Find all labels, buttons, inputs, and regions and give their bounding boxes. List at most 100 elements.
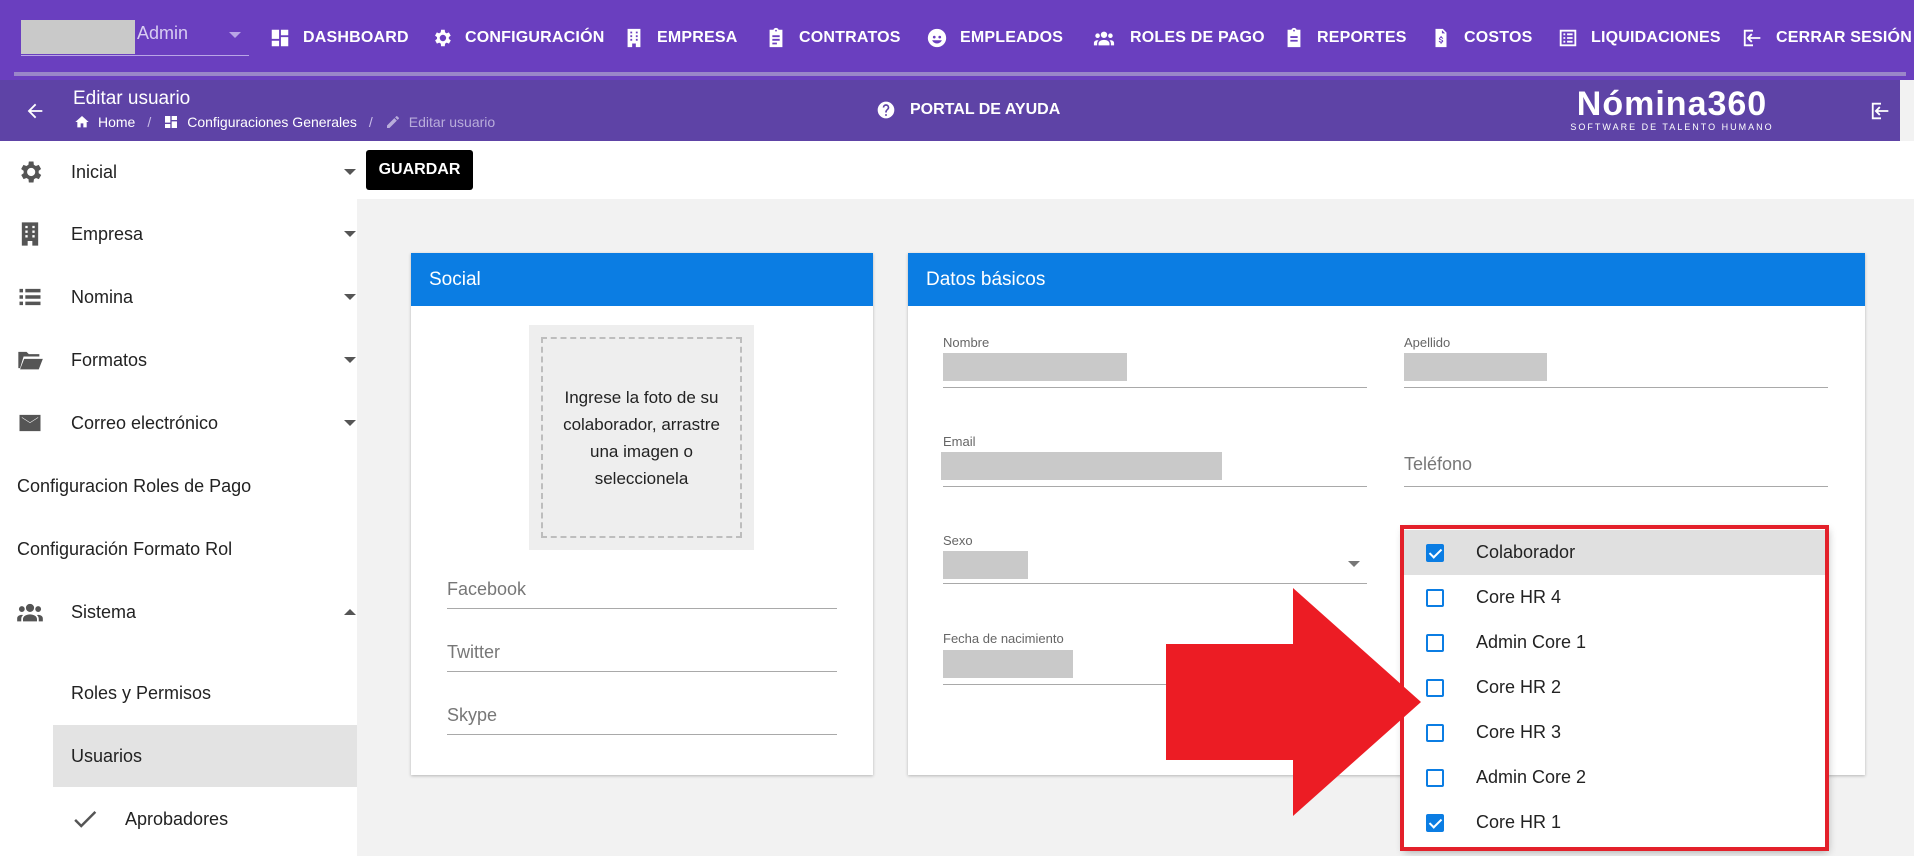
sidebar-item-label: Inicial <box>71 161 118 182</box>
sidebar-item-aprobadores[interactable]: Aprobadores <box>0 788 357 850</box>
sidebar-item-config-formato[interactable]: Configuración Formato Rol <box>0 518 357 580</box>
sidebar-item-empresa[interactable]: Empresa <box>0 203 357 265</box>
photo-dropzone[interactable]: Ingrese la foto de su colaborador, arras… <box>529 325 754 550</box>
breadcrumb-section[interactable]: Configuraciones Generales <box>187 114 357 130</box>
nav-reportes[interactable]: REPORTES <box>1283 22 1407 54</box>
sidebar-item-sistema[interactable]: Sistema <box>0 581 357 643</box>
twitter-input[interactable]: Twitter <box>447 632 837 672</box>
logo-tagline: SOFTWARE DE TALENTO HUMANO <box>1570 122 1774 132</box>
nav-label: CERRAR SESIÓN <box>1776 29 1912 46</box>
nav-label: DASHBOARD <box>303 29 409 46</box>
nav-label: CONTRATOS <box>799 29 901 46</box>
list-icon <box>1559 29 1577 47</box>
sidebar-item-label: Configuración Formato Rol <box>17 538 233 559</box>
highlight-box <box>1400 525 1829 851</box>
building-icon <box>627 28 641 48</box>
nombre-label: Nombre <box>943 335 990 350</box>
user-name-redacted <box>21 20 135 54</box>
social-card: Social Ingrese la foto de su colaborador… <box>411 253 873 775</box>
chevron-down-icon <box>344 294 356 300</box>
top-navigation: Admin DASHBOARD CONFIGURACIÓN EMPRESA CO… <box>0 0 1914 80</box>
report-icon <box>1287 27 1301 48</box>
nav-costos[interactable]: COSTOS <box>1430 22 1532 54</box>
field-underline <box>943 486 1367 487</box>
logout-icon[interactable] <box>1870 100 1892 122</box>
nombre-value-redacted <box>943 353 1127 381</box>
breadcrumb: Home / Configuraciones Generales / Edita… <box>74 114 495 130</box>
sidebar-item-roles-permisos[interactable]: Roles y Permisos <box>53 662 357 724</box>
gear-icon <box>435 29 451 47</box>
sidebar: Inicial Empresa Nomina Formatos Correo e… <box>0 141 357 856</box>
nav-label: EMPLEADOS <box>960 29 1064 46</box>
sidebar-item-correo[interactable]: Correo electrónico <box>0 392 357 454</box>
sidebar-item-label: Sistema <box>71 601 137 622</box>
building-icon <box>21 222 39 246</box>
user-select[interactable]: Admin <box>21 18 249 56</box>
breadcrumb-current: Editar usuario <box>408 114 496 130</box>
nav-contratos[interactable]: CONTRATOS <box>765 22 901 54</box>
sexo-label: Sexo <box>943 533 973 548</box>
help-label: PORTAL DE AYUDA <box>910 101 1061 118</box>
back-arrow-icon[interactable] <box>24 100 46 122</box>
apellido-value-redacted <box>1404 353 1547 381</box>
sidebar-item-label: Usuarios <box>71 745 143 766</box>
fecha-value-redacted <box>943 650 1073 678</box>
nav-configuracion[interactable]: CONFIGURACIÓN <box>431 22 604 54</box>
field-underline <box>943 387 1367 388</box>
face-icon <box>927 28 947 48</box>
help-icon <box>877 101 895 119</box>
nav-label: REPORTES <box>1317 29 1407 46</box>
toolbar <box>357 141 1914 199</box>
nav-label: LIQUIDACIONES <box>1591 29 1721 46</box>
help-portal-link[interactable]: PORTAL DE AYUDA <box>876 100 1060 120</box>
nav-empleados[interactable]: EMPLEADOS <box>926 22 1063 54</box>
sidebar-item-label: Formatos <box>71 349 148 370</box>
nav-underline <box>14 72 1906 76</box>
save-button[interactable]: GUARDAR <box>366 150 473 190</box>
facebook-input[interactable]: Facebook <box>447 569 837 609</box>
chevron-down-icon <box>344 357 356 363</box>
nav-roles-de-pago[interactable]: ROLES DE PAGO <box>1090 22 1265 54</box>
sidebar-item-label: Correo electrónico <box>71 412 219 433</box>
dashboard-icon <box>165 116 178 128</box>
sidebar-item-nomina[interactable]: Nomina <box>0 266 357 328</box>
logout-icon <box>1743 29 1761 47</box>
people-icon <box>1093 31 1115 46</box>
email-label: Email <box>943 434 976 449</box>
sidebar-item-label: Roles y Permisos <box>71 682 212 703</box>
folder-icon <box>18 351 43 370</box>
nav-empresa[interactable]: EMPRESA <box>623 22 738 54</box>
nav-dashboard[interactable]: DASHBOARD <box>269 22 409 54</box>
chevron-down-icon <box>344 169 356 175</box>
apellido-label: Apellido <box>1404 335 1451 350</box>
dashboard-icon <box>271 29 289 47</box>
email-value-redacted <box>941 452 1222 480</box>
telefono-placeholder: Teléfono <box>1404 454 1473 474</box>
home-icon <box>75 116 89 128</box>
sidebar-item-formatos[interactable]: Formatos <box>0 329 357 391</box>
user-role: Admin <box>137 23 189 43</box>
sidebar-item-usuarios[interactable]: Usuarios <box>53 725 357 787</box>
nav-label: COSTOS <box>1464 29 1533 46</box>
nav-liquidaciones[interactable]: LIQUIDACIONES <box>1557 22 1721 54</box>
sidebar-item-label: Empresa <box>71 223 144 244</box>
sidebar-item-config-roles[interactable]: Configuracion Roles de Pago <box>0 455 357 517</box>
sidebar-item-label: Configuracion Roles de Pago <box>17 475 252 496</box>
chevron-down-icon <box>344 231 356 237</box>
red-arrow-annotation <box>1166 588 1421 816</box>
pencil-icon <box>386 115 399 128</box>
skype-input[interactable]: Skype <box>447 695 837 735</box>
field-underline <box>1404 387 1828 388</box>
breadcrumb-home[interactable]: Home <box>98 114 135 130</box>
nav-label: CONFIGURACIÓN <box>465 29 605 46</box>
check-icon <box>74 811 97 828</box>
nav-cerrar-sesion[interactable]: CERRAR SESIÓN <box>1742 22 1912 54</box>
sidebar-item-label: Nomina <box>71 286 134 307</box>
people-icon <box>17 603 43 622</box>
invoice-icon <box>1435 28 1447 48</box>
nav-label: EMPRESA <box>657 29 738 46</box>
page-title: Editar usuario <box>73 88 191 109</box>
list-icon <box>19 288 41 306</box>
sidebar-item-inicial[interactable]: Inicial <box>0 141 357 203</box>
mail-icon <box>19 414 41 432</box>
